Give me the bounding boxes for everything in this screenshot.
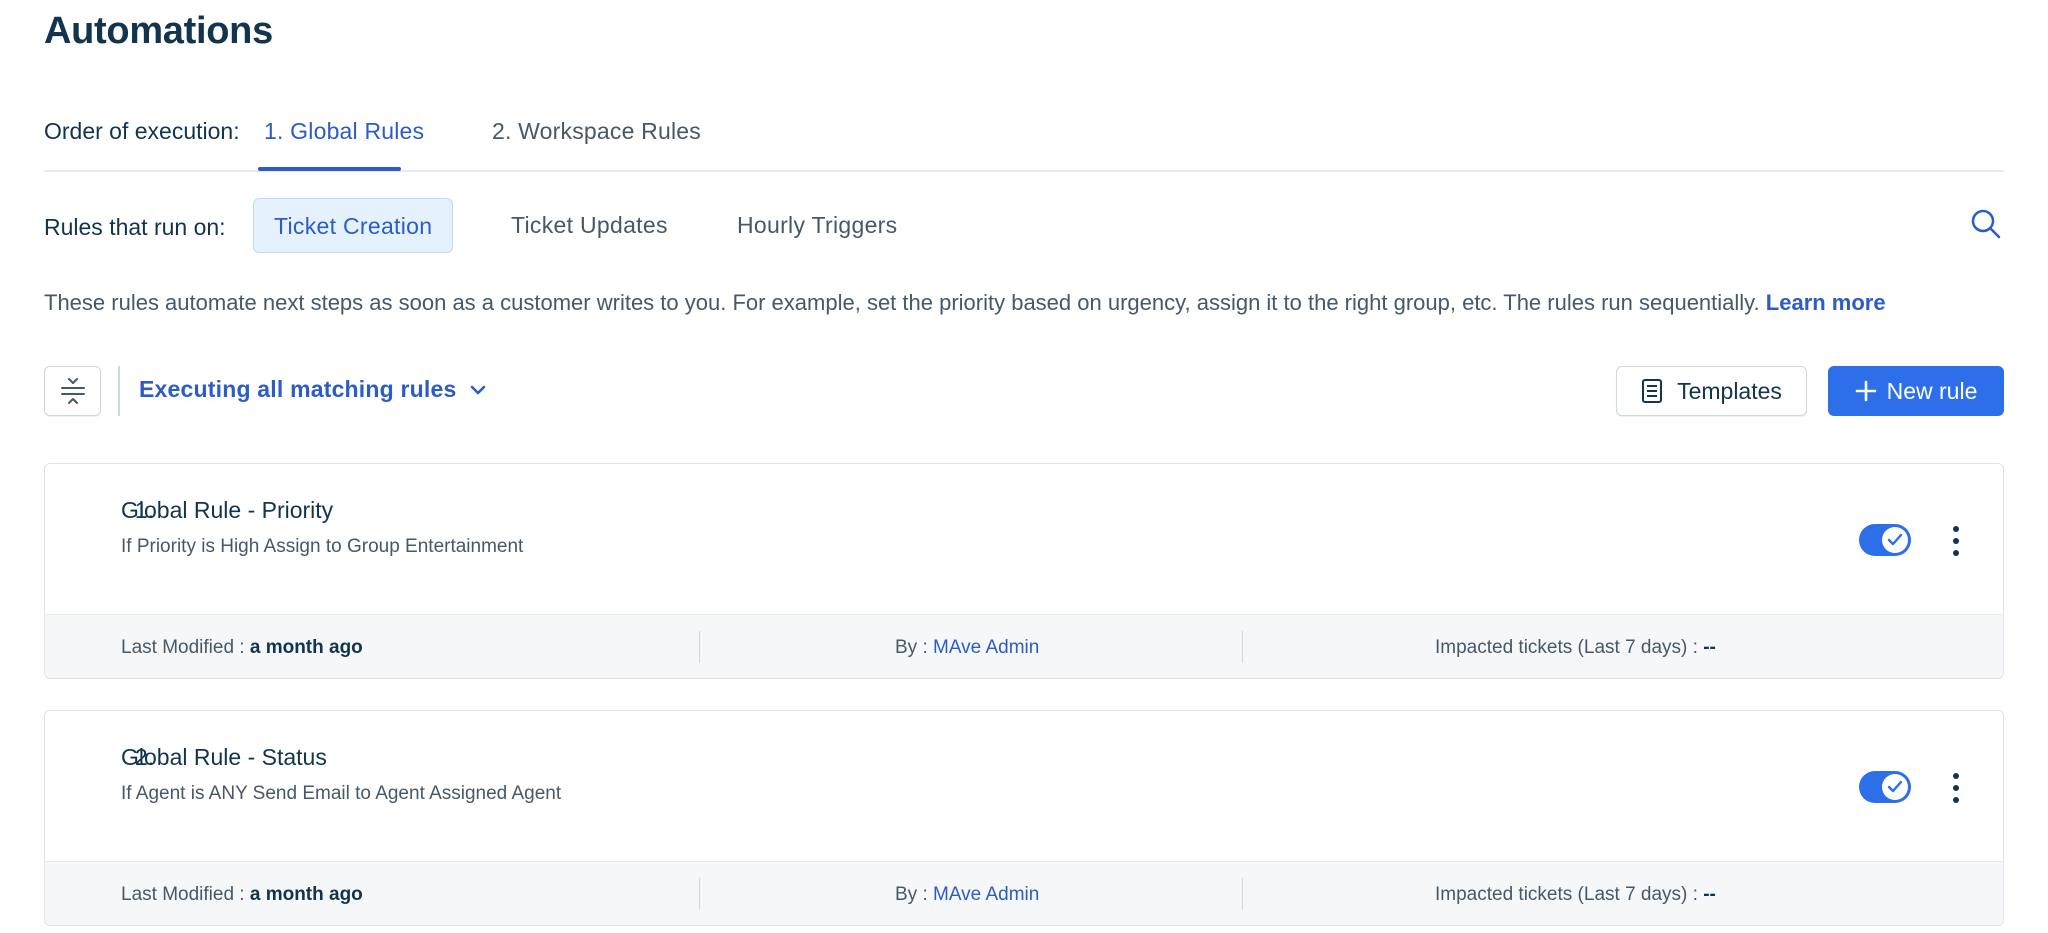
chevron-down-icon	[471, 385, 486, 394]
author-link[interactable]: MAve Admin	[933, 637, 1039, 658]
footer-divider	[1242, 631, 1243, 663]
rule-card[interactable]: 2. Global Rule - Status If Agent is ANY …	[44, 710, 2004, 926]
toolbar-divider	[118, 366, 120, 416]
check-icon	[1887, 780, 1903, 793]
active-tab-indicator	[258, 167, 401, 171]
last-modified: Last Modified : a month ago	[121, 884, 363, 905]
run-on-filter: Rules that run on: Ticket Creation Ticke…	[44, 198, 2004, 254]
footer-divider	[1242, 878, 1243, 910]
document-icon	[1642, 379, 1663, 403]
tab-global-rules[interactable]: 1. Global Rules	[264, 118, 424, 145]
rule-footer: Last Modified : a month ago By : MAve Ad…	[45, 861, 2003, 925]
chip-ticket-updates[interactable]: Ticket Updates	[491, 198, 688, 253]
description-text: These rules automate next steps as soon …	[44, 290, 1760, 315]
rule-condition: If Agent is ANY Send Email to Agent Assi…	[121, 783, 562, 804]
run-on-label: Rules that run on:	[44, 214, 226, 240]
tab-workspace-rules[interactable]: 2. Workspace Rules	[492, 118, 701, 145]
new-rule-button[interactable]: New rule	[1828, 366, 2004, 416]
rules-description: These rules automate next steps as soon …	[44, 290, 1886, 316]
footer-divider	[699, 631, 700, 663]
reorder-button[interactable]	[44, 366, 101, 416]
rule-enabled-toggle[interactable]	[1859, 524, 1911, 556]
templates-label: Templates	[1677, 377, 1782, 404]
plus-icon	[1855, 380, 1876, 402]
impacted-tickets: Impacted tickets (Last 7 days) : --	[1435, 637, 1716, 658]
new-rule-label: New rule	[1886, 377, 1978, 404]
footer-divider	[699, 878, 700, 910]
more-options-icon[interactable]	[1949, 526, 1963, 556]
templates-button[interactable]: Templates	[1616, 366, 1807, 416]
chip-hourly-triggers[interactable]: Hourly Triggers	[717, 198, 917, 253]
rule-footer: Last Modified : a month ago By : MAve Ad…	[45, 614, 2003, 678]
search-icon[interactable]	[1968, 206, 2004, 242]
rule-name[interactable]: Global Rule - Status	[121, 744, 327, 771]
check-icon	[1887, 533, 1903, 546]
execution-order-label: Order of execution:	[44, 118, 240, 144]
rules-toolbar: Executing all matching rules Templates N…	[44, 366, 2004, 416]
more-options-icon[interactable]	[1949, 773, 1963, 803]
modified-by: By : MAve Admin	[895, 637, 1040, 658]
toggle-knob	[1882, 527, 1908, 553]
rule-name[interactable]: Global Rule - Priority	[121, 497, 333, 524]
impacted-tickets: Impacted tickets (Last 7 days) : --	[1435, 884, 1716, 905]
toggle-knob	[1882, 774, 1908, 800]
execution-mode-dropdown[interactable]: Executing all matching rules	[139, 376, 486, 403]
last-modified: Last Modified : a month ago	[121, 637, 363, 658]
author-link[interactable]: MAve Admin	[933, 884, 1039, 905]
page-title: Automations	[44, 10, 273, 52]
learn-more-link[interactable]: Learn more	[1766, 290, 1886, 315]
rule-condition: If Priority is High Assign to Group Ente…	[121, 536, 524, 557]
execution-order-tabs: Order of execution: 1. Global Rules 2. W…	[44, 112, 2004, 172]
chip-ticket-creation[interactable]: Ticket Creation	[253, 198, 454, 253]
sort-filter-icon	[60, 378, 85, 404]
rule-enabled-toggle[interactable]	[1859, 771, 1911, 803]
modified-by: By : MAve Admin	[895, 884, 1040, 905]
execution-mode-label: Executing all matching rules	[139, 376, 457, 402]
rule-card[interactable]: 1. Global Rule - Priority If Priority is…	[44, 463, 2004, 679]
